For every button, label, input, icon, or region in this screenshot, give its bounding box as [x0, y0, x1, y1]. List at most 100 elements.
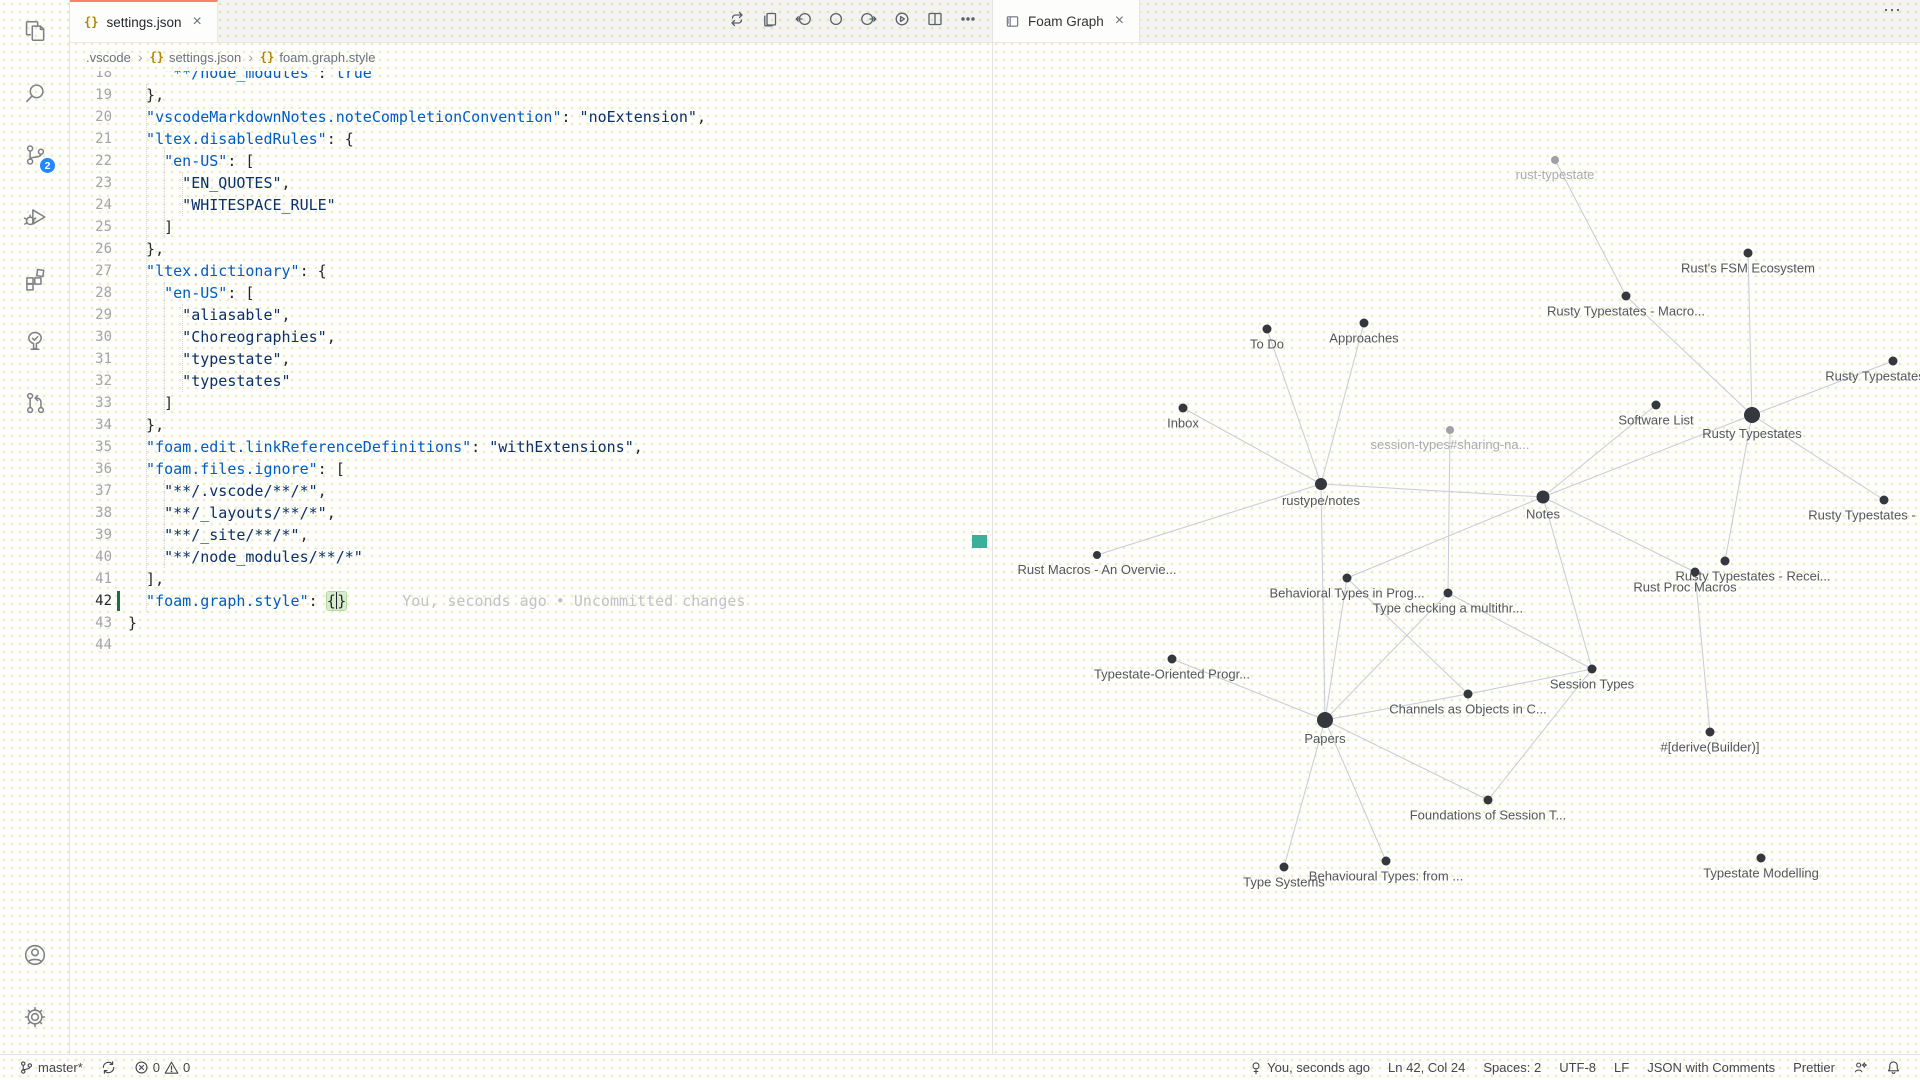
tab-settings-json[interactable]: {} settings.json ×: [70, 0, 218, 42]
activity-item-manage-settings[interactable]: [0, 986, 69, 1048]
more-actions-icon[interactable]: ⋯: [1883, 0, 1920, 42]
graph-node[interactable]: [1317, 712, 1333, 728]
editor-action-change-indicator[interactable]: [828, 11, 844, 32]
code-line[interactable]: 18 "**/node_modules": true: [70, 71, 992, 84]
code-line[interactable]: 19 },: [70, 84, 992, 106]
breadcrumb-item[interactable]: {}foam.graph.style: [260, 50, 376, 65]
code-line[interactable]: 33 ]: [70, 392, 992, 414]
code-editor[interactable]: 18 "**/node_modules": true19 },20 "vscod…: [70, 71, 992, 1054]
graph-node[interactable]: [1889, 357, 1898, 366]
code-line[interactable]: 23 "EN_QUOTES",: [70, 172, 992, 194]
graph-node[interactable]: [1484, 796, 1493, 805]
graph-node[interactable]: [1343, 574, 1352, 583]
code-line[interactable]: 30 "Choreographies",: [70, 326, 992, 348]
code-line[interactable]: 42 "foam.graph.style": {}You, seconds ag…: [70, 590, 992, 612]
graph-node[interactable]: [1721, 557, 1730, 566]
close-panel-icon[interactable]: ×: [1112, 12, 1127, 30]
graph-node[interactable]: [1652, 401, 1661, 410]
overview-ruler-marker[interactable]: [972, 535, 987, 548]
inline-blame-annotation: You, seconds ago • Uncommitted changes: [346, 592, 745, 610]
status-notifications[interactable]: [1877, 1055, 1910, 1080]
code-line[interactable]: 25 ]: [70, 216, 992, 238]
activity-item-search[interactable]: [0, 62, 69, 124]
graph-node[interactable]: [1744, 407, 1760, 423]
editor-action-more-actions[interactable]: [960, 11, 976, 32]
line-number: 34: [70, 414, 112, 436]
code-line[interactable]: 26 },: [70, 238, 992, 260]
code-line[interactable]: 28 "en-US": [: [70, 282, 992, 304]
code-line[interactable]: 32 "typestates": [70, 370, 992, 392]
activity-item-git-compare-view[interactable]: [0, 372, 69, 434]
activity-item-tree-view[interactable]: [0, 310, 69, 372]
graph-node[interactable]: [1537, 491, 1550, 504]
status-blame[interactable]: You, seconds ago: [1240, 1055, 1379, 1080]
activity-item-extensions[interactable]: [0, 248, 69, 310]
graph-node[interactable]: [1691, 568, 1700, 577]
status-indentation[interactable]: Spaces: 2: [1474, 1055, 1550, 1080]
status-cursor-position[interactable]: Ln 42, Col 24: [1379, 1055, 1474, 1080]
code-line[interactable]: 37 "**/.vscode/**/*",: [70, 480, 992, 502]
status-formatter[interactable]: Prettier: [1784, 1055, 1844, 1080]
graph-node[interactable]: [1360, 319, 1369, 328]
activity-item-explorer[interactable]: [0, 0, 69, 62]
activity-item-source-control[interactable]: 2: [0, 124, 69, 186]
code-line[interactable]: 21 "ltex.disabledRules": {: [70, 128, 992, 150]
code-line[interactable]: 31 "typestate",: [70, 348, 992, 370]
graph-node[interactable]: [1880, 496, 1889, 505]
graph-node[interactable]: [1280, 863, 1289, 872]
graph-node[interactable]: [1744, 249, 1753, 258]
graph-node[interactable]: [1315, 478, 1327, 490]
editor-action-open-preview[interactable]: [762, 11, 778, 32]
code-line[interactable]: 20 "vscodeMarkdownNotes.noteCompletionCo…: [70, 106, 992, 128]
activity-item-run-debug[interactable]: [0, 186, 69, 248]
code-line[interactable]: 44: [70, 634, 992, 656]
graph-node[interactable]: [1757, 854, 1766, 863]
code-line[interactable]: 24 "WHITESPACE_RULE": [70, 194, 992, 216]
graph-node[interactable]: [1446, 426, 1454, 434]
status-problems[interactable]: 00: [125, 1055, 199, 1080]
tab-foam-graph[interactable]: Foam Graph ×: [993, 0, 1140, 42]
code-line[interactable]: 27 "ltex.dictionary": {: [70, 260, 992, 282]
search-icon: [22, 80, 48, 106]
status-branch[interactable]: master*: [10, 1055, 92, 1080]
code-line[interactable]: 39 "**/_site/**/*",: [70, 524, 992, 546]
code-line[interactable]: 40 "**/node_modules/**/*": [70, 546, 992, 568]
code-line[interactable]: 22 "en-US": [: [70, 150, 992, 172]
status-eol[interactable]: LF: [1605, 1055, 1638, 1080]
status-encoding[interactable]: UTF-8: [1550, 1055, 1605, 1080]
editor-action-previous-change[interactable]: [795, 11, 811, 32]
editor-action-compare-changes[interactable]: [729, 11, 745, 32]
graph-node[interactable]: [1444, 589, 1453, 598]
graph-node[interactable]: [1263, 325, 1272, 334]
code-line[interactable]: 41 ],: [70, 568, 992, 590]
code-line[interactable]: 38 "**/_layouts/**/*",: [70, 502, 992, 524]
status-language-mode[interactable]: JSON with Comments: [1638, 1055, 1784, 1080]
close-tab-icon[interactable]: ×: [190, 13, 205, 31]
graph-node[interactable]: [1093, 551, 1101, 559]
status-feedback[interactable]: [1844, 1055, 1877, 1080]
status-sync[interactable]: [92, 1055, 125, 1080]
activity-item-accounts[interactable]: [0, 924, 69, 986]
code-line[interactable]: 43}: [70, 612, 992, 634]
graph-node[interactable]: [1179, 404, 1188, 413]
breadcrumb-item[interactable]: .vscode: [86, 50, 131, 65]
code-line[interactable]: 29 "aliasable",: [70, 304, 992, 326]
graph-node[interactable]: [1588, 665, 1597, 674]
graph-node[interactable]: [1622, 292, 1631, 301]
graph-node-label: Behavioral Types in Prog...: [1269, 586, 1424, 601]
graph-node[interactable]: [1382, 857, 1391, 866]
editor-action-open-changes[interactable]: [894, 11, 910, 32]
code-line[interactable]: 35 "foam.edit.linkReferenceDefinitions":…: [70, 436, 992, 458]
graph-node[interactable]: [1706, 728, 1715, 737]
code-line[interactable]: 36 "foam.files.ignore": [: [70, 458, 992, 480]
editor-action-next-change[interactable]: [861, 11, 877, 32]
graph-node[interactable]: [1168, 655, 1177, 664]
code-line[interactable]: 34 },: [70, 414, 992, 436]
token: "foam.edit.linkReferenceDefinitions": [128, 438, 471, 456]
graph-canvas[interactable]: rust-typestateRust's FSM EcosystemRusty …: [993, 43, 1920, 1054]
foam-graph-svg[interactable]: rust-typestateRust's FSM EcosystemRusty …: [993, 43, 1920, 1054]
graph-node[interactable]: [1551, 156, 1559, 164]
editor-action-split-editor[interactable]: [927, 11, 943, 32]
graph-node[interactable]: [1464, 690, 1473, 699]
breadcrumb-item[interactable]: {}settings.json: [149, 50, 241, 65]
